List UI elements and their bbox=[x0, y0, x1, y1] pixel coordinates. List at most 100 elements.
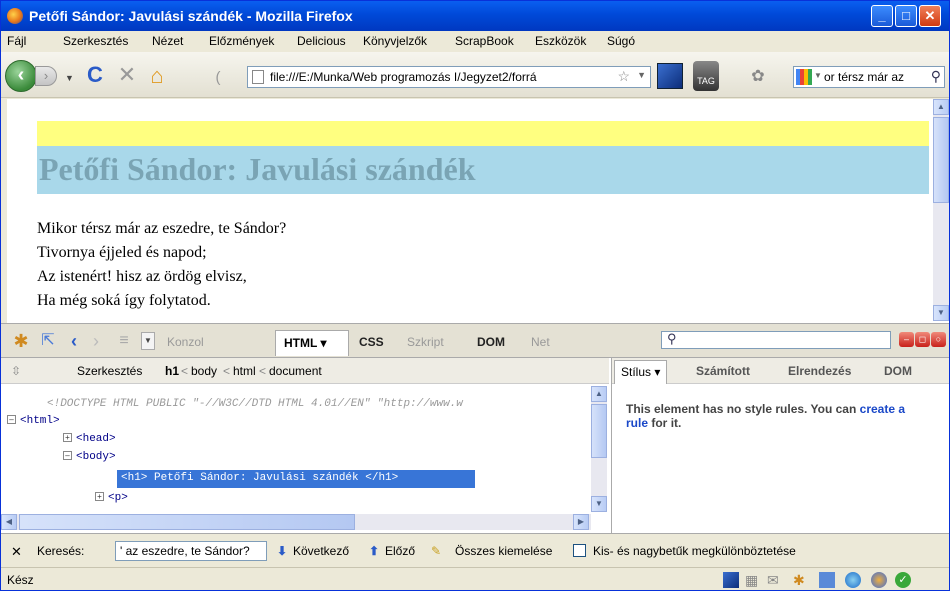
search-go-icon[interactable]: ⚲ bbox=[931, 68, 941, 85]
expand-icon[interactable]: ⇳ bbox=[11, 364, 21, 378]
menu-lines-icon[interactable]: ≡ bbox=[113, 329, 135, 353]
crumb-body[interactable]: body bbox=[191, 364, 217, 378]
stop-icon[interactable]: ✕ bbox=[115, 63, 139, 87]
scroll-down-button[interactable]: ▼ bbox=[933, 305, 949, 321]
delicious-tag-icon[interactable]: TAG bbox=[693, 61, 719, 91]
inspect-icon[interactable]: ⇱ bbox=[37, 329, 59, 353]
scroll-left-button[interactable]: ◀ bbox=[1, 514, 17, 530]
firebug-search-input[interactable]: ⚲ bbox=[661, 331, 891, 349]
doctype-node[interactable]: <!DOCTYPE HTML PUBLIC "-//W3C//DTD HTML … bbox=[47, 398, 463, 410]
highlight-all-button[interactable]: Összes kiemelése bbox=[455, 544, 552, 558]
collapse-icon[interactable]: – bbox=[63, 451, 72, 460]
down-arrow-icon[interactable]: ⬇ bbox=[277, 544, 287, 558]
menu-help[interactable]: Súgó bbox=[607, 34, 635, 48]
url-dropdown-icon[interactable]: ▼ bbox=[637, 70, 646, 80]
forward-button[interactable]: › bbox=[35, 66, 57, 86]
scroll-thumb[interactable] bbox=[933, 117, 949, 203]
delicious-icon[interactable]: ✿ bbox=[747, 65, 769, 89]
hscroll-thumb[interactable] bbox=[19, 514, 355, 530]
check-status-icon[interactable]: ✓ bbox=[895, 572, 911, 588]
menu-view[interactable]: Nézet bbox=[152, 34, 183, 48]
next-icon[interactable]: › bbox=[87, 329, 105, 353]
search-text[interactable]: or térsz már az bbox=[824, 70, 934, 84]
close-findbar-icon[interactable]: ✕ bbox=[11, 544, 22, 560]
poem-line: Tivornya éjjeled és napod; bbox=[37, 244, 207, 261]
highlight-icon[interactable]: ✎ bbox=[431, 544, 441, 558]
home-icon[interactable]: ⌂ bbox=[145, 64, 169, 88]
menu-file[interactable]: Fájl bbox=[7, 34, 26, 48]
minimize-button[interactable]: _ bbox=[871, 5, 893, 27]
url-text[interactable]: file:///E:/Munka/Web programozás I/Jegyz… bbox=[270, 70, 610, 84]
page-scrollbar[interactable]: ▲ ▼ bbox=[933, 99, 949, 321]
menu-bookmarks[interactable]: Könyvjelzők bbox=[363, 34, 427, 48]
tab-computed[interactable]: Számított bbox=[696, 364, 750, 378]
style-side-panel: Stílus ▾ Számított Elrendezés DOM This e… bbox=[611, 358, 949, 534]
tab-script[interactable]: Szkript bbox=[407, 335, 444, 349]
p-node[interactable]: + <p> bbox=[95, 492, 128, 504]
tab-layout[interactable]: Elrendezés bbox=[788, 364, 851, 378]
history-dropdown-icon[interactable]: ▼ bbox=[65, 66, 74, 90]
crumb-h1[interactable]: h1 bbox=[165, 364, 179, 378]
menu-scrapbook[interactable]: ScrapBook bbox=[455, 34, 514, 48]
search-box[interactable]: ▼ or térsz már az ⚲ bbox=[793, 66, 945, 88]
tab-console[interactable]: Konzol bbox=[167, 335, 204, 349]
page-heading: Petőfi Sándor: Javulási szándék bbox=[37, 146, 929, 194]
addon-status-icon[interactable] bbox=[871, 572, 887, 588]
scrapbook-icon[interactable] bbox=[657, 63, 683, 89]
crumb-document[interactable]: document bbox=[269, 364, 322, 378]
grid-status-icon[interactable]: ▦ bbox=[745, 572, 761, 588]
prev-icon[interactable]: ‹ bbox=[65, 329, 83, 353]
expand-node-icon[interactable]: + bbox=[95, 492, 104, 501]
engine-dropdown-icon[interactable]: ▼ bbox=[814, 71, 822, 80]
close-button[interactable]: ✕ bbox=[919, 5, 941, 27]
menu-tools[interactable]: Eszközök bbox=[535, 34, 586, 48]
scroll-up-button[interactable]: ▲ bbox=[591, 386, 607, 402]
firebug-close-button[interactable]: ○ bbox=[931, 332, 946, 347]
crumb-html[interactable]: html bbox=[233, 364, 256, 378]
scroll-down-button[interactable]: ▼ bbox=[591, 496, 607, 512]
scroll-thumb[interactable] bbox=[591, 404, 607, 458]
navigation-toolbar: ‹ › ▼ C ✕ ⌂ ( file:///E:/Munka/Web progr… bbox=[1, 52, 949, 98]
head-node[interactable]: + <head> bbox=[63, 433, 116, 445]
tree-vscrollbar[interactable]: ▲ ▼ bbox=[591, 386, 607, 512]
url-bar[interactable]: file:///E:/Munka/Web programozás I/Jegyz… bbox=[247, 66, 651, 88]
scroll-right-button[interactable]: ▶ bbox=[573, 514, 589, 530]
bookmark-star-icon[interactable]: ☆ bbox=[617, 68, 630, 85]
firebug-status-icon[interactable]: ✱ bbox=[793, 572, 809, 588]
body-node[interactable]: – <body> bbox=[63, 451, 116, 463]
tab-dom[interactable]: DOM bbox=[477, 335, 505, 349]
tab-net[interactable]: Net bbox=[531, 335, 550, 349]
menu-history[interactable]: Előzmények bbox=[209, 34, 274, 48]
back-button[interactable]: ‹ bbox=[5, 60, 37, 92]
tab-css[interactable]: CSS bbox=[359, 335, 384, 349]
panel-dropdown-icon[interactable]: ▼ bbox=[141, 332, 155, 350]
globe-status-icon[interactable] bbox=[845, 572, 861, 588]
edit-button[interactable]: Szerkesztés bbox=[77, 364, 142, 378]
scrapbook-status-icon[interactable] bbox=[723, 572, 739, 588]
scroll-up-button[interactable]: ▲ bbox=[933, 99, 949, 115]
match-case-checkbox[interactable] bbox=[573, 544, 586, 557]
reload-icon[interactable]: C bbox=[83, 63, 107, 87]
find-next-button[interactable]: Következő bbox=[293, 544, 349, 558]
site-identity-icon[interactable]: ( bbox=[209, 66, 227, 90]
tab-side-dom[interactable]: DOM bbox=[884, 364, 912, 378]
find-prev-button[interactable]: Előző bbox=[385, 544, 415, 558]
up-arrow-icon[interactable]: ⬆ bbox=[369, 544, 379, 558]
maximize-button[interactable]: □ bbox=[895, 5, 917, 27]
menu-delicious[interactable]: Delicious bbox=[297, 34, 346, 48]
html-node[interactable]: – <html> bbox=[7, 415, 60, 427]
firebug-icon[interactable]: ✱ bbox=[9, 329, 33, 353]
expand-node-icon[interactable]: + bbox=[63, 433, 72, 442]
firebug-detach-button[interactable]: ◻ bbox=[915, 332, 930, 347]
selected-h1-node[interactable]: <h1> Petőfi Sándor: Javulási szándék </h… bbox=[117, 470, 475, 488]
tab-html[interactable]: HTML ▾ bbox=[275, 330, 349, 356]
find-input[interactable]: ' az eszedre, te Sándor? bbox=[115, 541, 267, 561]
tree-hscrollbar[interactable]: ◀ ▶ bbox=[1, 514, 591, 530]
google-icon[interactable] bbox=[796, 69, 812, 85]
mail-status-icon[interactable]: ✉ bbox=[767, 572, 783, 588]
firebug-minimize-button[interactable]: – bbox=[899, 332, 914, 347]
page-status-icon[interactable] bbox=[819, 572, 835, 588]
menu-edit[interactable]: Szerkesztés bbox=[63, 34, 128, 48]
collapse-icon[interactable]: – bbox=[7, 415, 16, 424]
tab-style[interactable]: Stílus ▾ bbox=[614, 360, 668, 384]
